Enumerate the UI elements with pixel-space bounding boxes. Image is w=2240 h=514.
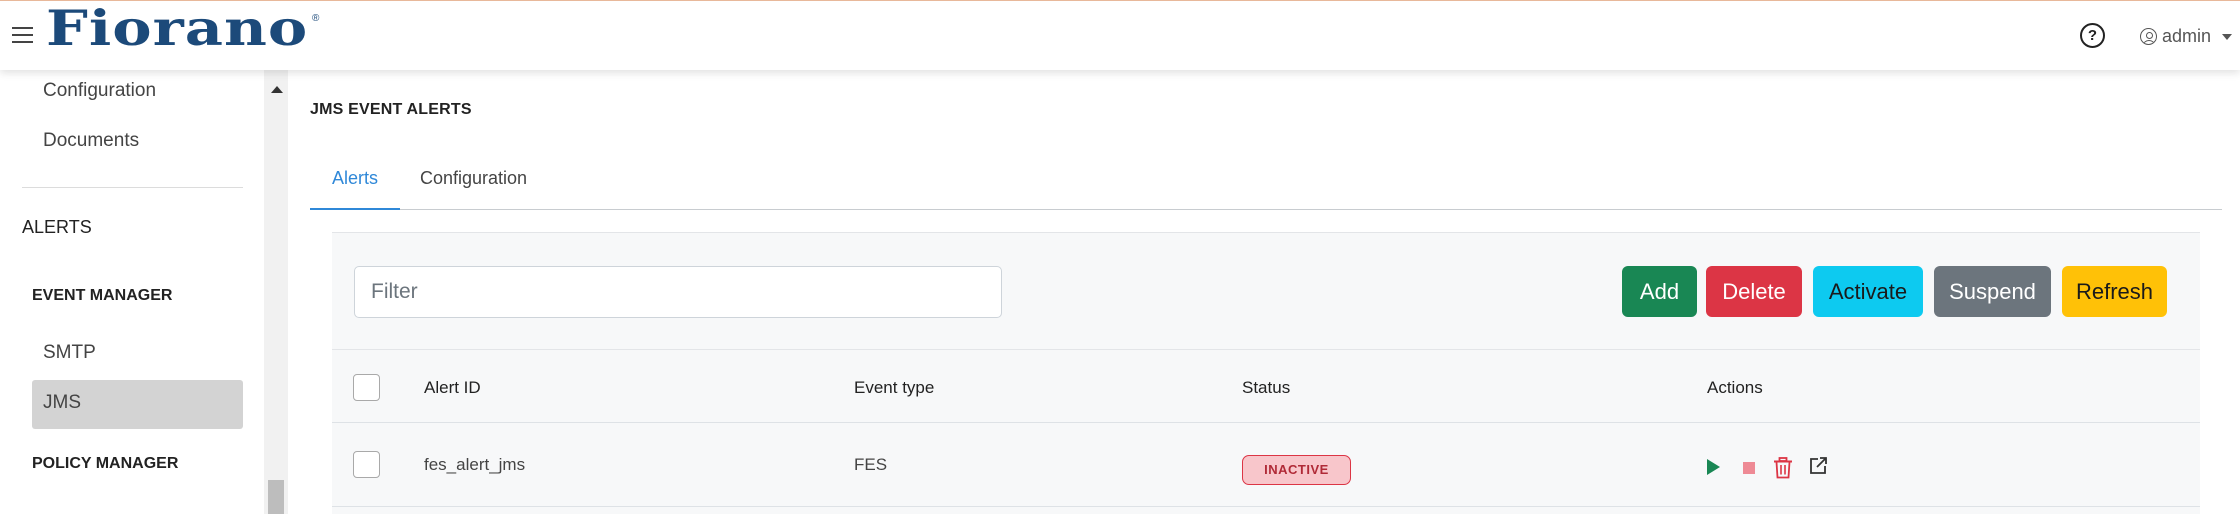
column-header-alert-id[interactable]: Alert ID xyxy=(424,378,481,398)
delete-button[interactable]: Delete xyxy=(1706,266,1802,317)
user-name: admin xyxy=(2162,26,2212,46)
brand-logo[interactable]: Fiorano xyxy=(46,4,308,52)
user-menu[interactable]: admin xyxy=(2140,26,2233,47)
add-button[interactable]: Add xyxy=(1622,266,1697,317)
play-icon[interactable] xyxy=(1707,459,1720,475)
caret-down-icon xyxy=(2222,33,2233,40)
sidebar-heading-event-manager[interactable]: EVENT MANAGER xyxy=(32,287,172,305)
sidebar-scrollbar[interactable] xyxy=(264,70,288,514)
sidebar-item-configuration[interactable]: Configuration xyxy=(43,80,156,102)
event-type-cell: FES xyxy=(854,455,888,474)
registered-mark: ® xyxy=(312,13,320,24)
row-checkbox[interactable] xyxy=(353,451,380,478)
sidebar-item-label: JMS xyxy=(43,392,81,413)
table-row[interactable]: fes_alert_jms FES INACTIVE xyxy=(332,423,2200,507)
tab-configuration[interactable]: Configuration xyxy=(420,168,527,189)
table-header: Alert ID Event type Status Actions xyxy=(332,349,2200,423)
trash-icon[interactable] xyxy=(1773,457,1793,479)
user-circle-icon xyxy=(2140,28,2157,45)
alert-id-cell: fes_alert_jms xyxy=(424,455,526,474)
external-link-icon[interactable] xyxy=(1808,456,1828,476)
scroll-up-arrow-icon[interactable] xyxy=(271,86,283,93)
alerts-panel: Add Delete Activate Suspend Refresh Aler… xyxy=(332,232,2200,514)
sidebar-item-jms[interactable]: JMS xyxy=(32,380,243,429)
sidebar-item-documents[interactable]: Documents xyxy=(43,130,139,152)
activate-button[interactable]: Activate xyxy=(1813,266,1923,317)
sidebar-divider xyxy=(22,187,243,188)
top-navbar: Fiorano ® ? admin xyxy=(0,0,2240,70)
select-all-checkbox[interactable] xyxy=(353,374,380,401)
filter-input[interactable] xyxy=(354,266,1002,318)
hamburger-menu-icon[interactable] xyxy=(12,24,36,44)
column-header-event-type[interactable]: Event type xyxy=(854,378,934,398)
column-header-actions: Actions xyxy=(1707,378,1763,397)
column-header-status[interactable]: Status xyxy=(1242,378,1290,398)
stop-icon[interactable] xyxy=(1743,462,1755,474)
sidebar: Configuration Documents ALERTS EVENT MAN… xyxy=(0,70,264,514)
status-badge: INACTIVE xyxy=(1242,455,1351,485)
sidebar-heading-alerts: ALERTS xyxy=(22,217,92,237)
tab-bar: Alerts Configuration xyxy=(310,160,2222,210)
sidebar-item-smtp[interactable]: SMTP xyxy=(43,342,96,364)
active-tab-indicator xyxy=(310,208,400,210)
scrollbar-thumb[interactable] xyxy=(268,480,284,514)
tab-alerts[interactable]: Alerts xyxy=(332,168,378,189)
suspend-button[interactable]: Suspend xyxy=(1934,266,2051,317)
refresh-button[interactable]: Refresh xyxy=(2062,266,2167,317)
sidebar-heading-policy-manager[interactable]: POLICY MANAGER xyxy=(32,455,178,473)
page-title: JMS EVENT ALERTS xyxy=(310,101,472,118)
help-icon[interactable]: ? xyxy=(2080,23,2105,48)
